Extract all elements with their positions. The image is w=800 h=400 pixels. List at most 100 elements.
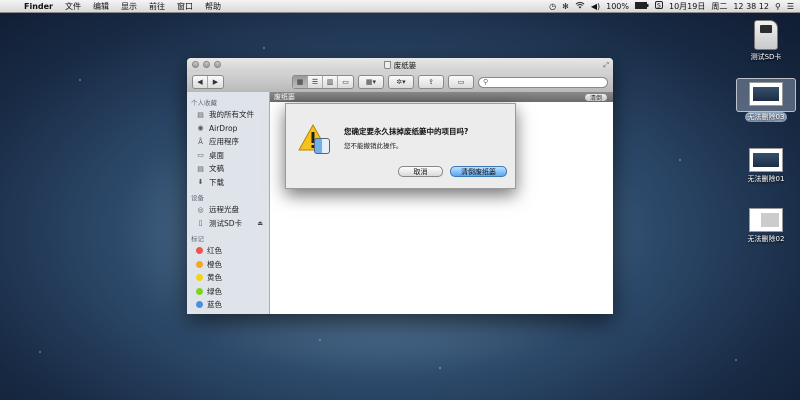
search-input[interactable] (488, 77, 603, 87)
menubar-date[interactable]: 10月19日 (669, 1, 705, 12)
finder-app-icon (314, 138, 330, 154)
sidebar-item-label: 蓝色 (207, 300, 222, 310)
tag-green-dot-icon (196, 287, 203, 295)
sidebar-item-desktop[interactable]: ▭ 桌面 (187, 149, 269, 163)
desktop-icon-file-01[interactable]: 无法删除01 (736, 148, 796, 184)
menu-edit[interactable]: 编辑 (87, 1, 115, 12)
menubar-time[interactable]: 12 38 12 (733, 2, 769, 11)
sidebar-item-label: AirDrop (209, 123, 238, 133)
bluetooth-icon[interactable]: ✻ (562, 2, 569, 11)
sidebar-item-label: 应用程序 (209, 137, 239, 147)
arrange-menu[interactable]: ▦▾ (358, 75, 384, 89)
desktop-icon-file-02[interactable]: 无法删除02 (736, 208, 796, 244)
view-mode-group: ▦ ☰ ▥ ▭ (292, 75, 354, 89)
tag-red-dot-icon (196, 247, 203, 255)
sidebar-item-label: 紫色 (207, 313, 222, 315)
sidebar-tag-green[interactable]: 绿色 (187, 285, 269, 299)
screenshot-file-icon (749, 82, 783, 106)
nav-buttons: ◀ ▶ (192, 75, 224, 89)
menu-window[interactable]: 窗口 (171, 1, 199, 12)
volume-icon[interactable]: ◀) (591, 2, 600, 11)
sidebar-item-label: 下载 (209, 177, 224, 187)
menubar-day[interactable]: 周二 (711, 1, 727, 12)
back-button[interactable]: ◀ (193, 76, 208, 88)
tags-button[interactable]: ▭ (448, 75, 474, 89)
share-button[interactable]: ⇪ (418, 75, 444, 89)
sidebar-tag-purple[interactable]: 紫色 (187, 312, 269, 315)
trash-icon (383, 61, 391, 69)
sidebar-item-label: 文稿 (209, 164, 224, 174)
menu-view[interactable]: 显示 (115, 1, 143, 12)
minimize-window-button[interactable] (203, 61, 210, 68)
fullscreen-icon[interactable]: ⤢ (603, 61, 609, 70)
sidebar-tag-orange[interactable]: 橙色 (187, 258, 269, 272)
cancel-button[interactable]: 取消 (398, 166, 443, 177)
empty-trash-dialog: 您确定要永久抹掉废纸篓中的项目吗? 您不能撤销此操作。 取消 清倒废纸篓 (285, 103, 516, 189)
dialog-message: 您确定要永久抹掉废纸篓中的项目吗? (344, 127, 469, 136)
battery-percent: 100% (606, 1, 629, 11)
sidebar-header-devices: 设备 (191, 194, 204, 202)
input-method-icon[interactable]: S (654, 1, 663, 11)
svg-text:S: S (657, 2, 661, 9)
sidebar-item-remote-disc[interactable]: ◎ 远程光盘 (187, 203, 269, 217)
sidebar-item-label: 测试SD卡 (209, 218, 243, 228)
sidebar-header-favorites: 个人收藏 (191, 99, 217, 107)
sidebar-item-downloads[interactable]: ⬇ 下载 (187, 176, 269, 190)
forward-button[interactable]: ▶ (208, 76, 223, 88)
sidebar-item-label: 绿色 (207, 286, 222, 296)
desktop-icon: ▭ (197, 151, 204, 160)
screenshot-file-icon (749, 208, 783, 232)
action-menu[interactable]: ✲▾ (388, 75, 414, 89)
arrange-icon: ▦▾ (365, 78, 377, 86)
zoom-window-button[interactable] (214, 61, 221, 68)
menu-go[interactable]: 前往 (143, 1, 171, 12)
trash-location-label: 废纸篓 (274, 93, 295, 101)
sidebar-item-label: 黄色 (207, 273, 222, 283)
column-view-button[interactable]: ▥ (323, 76, 338, 88)
finder-sidebar: 个人收藏 ▤ 我的所有文件 ◉ AirDrop Å 应用程序 ▭ 桌面 ▤ 文稿 ⬇ 下载 … (187, 92, 270, 314)
sidebar-item-airdrop[interactable]: ◉ AirDrop (187, 122, 269, 136)
window-toolbar: ◀ ▶ ▦ ☰ ▥ ▭ ▦▾ ✲▾ ⇪ ▭ ⚲ (187, 72, 613, 93)
menu-help[interactable]: 帮助 (199, 1, 227, 12)
notification-center-icon[interactable]: ☰ (787, 2, 794, 11)
close-window-button[interactable] (192, 61, 199, 68)
tag-orange-dot-icon (196, 260, 203, 268)
battery-icon[interactable] (634, 1, 649, 11)
sidebar-item-documents[interactable]: ▤ 文稿 (187, 162, 269, 176)
sidebar-item-label: 远程光盘 (209, 205, 239, 215)
eject-icon[interactable]: ⏏ (257, 220, 263, 227)
sidebar-tag-red[interactable]: 红色 (187, 244, 269, 258)
desktop-icon-label: 无法删除01 (747, 175, 785, 183)
cover-flow-button[interactable]: ▭ (338, 76, 353, 88)
sidebar-item-applications[interactable]: Å 应用程序 (187, 135, 269, 149)
selection-highlight (736, 78, 796, 112)
tag-icon: ▭ (457, 78, 465, 86)
tag-yellow-dot-icon (196, 274, 203, 282)
sidebar-header-tags: 标记 (191, 235, 204, 243)
desktop-icon-sd-card[interactable]: 测试SD卡 (736, 20, 796, 62)
desktop-icon-file-03[interactable]: 无法删除03 (736, 78, 796, 122)
spotlight-icon[interactable]: ⚲ (775, 2, 781, 11)
sidebar-tag-yellow[interactable]: 黄色 (187, 271, 269, 285)
sd-card-icon: ▯ (198, 219, 203, 228)
sidebar-item-label: 桌面 (209, 150, 224, 160)
desktop-icon-label: 测试SD卡 (750, 53, 782, 61)
empty-trash-confirm-button[interactable]: 清倒废纸篓 (450, 166, 507, 177)
window-titlebar[interactable]: 废纸篓 ⤢ (187, 58, 613, 72)
sd-card-icon (754, 20, 778, 50)
icon-view-button[interactable]: ▦ (293, 76, 308, 88)
window-title: 废纸篓 (393, 60, 417, 70)
sidebar-tag-blue[interactable]: 蓝色 (187, 298, 269, 312)
time-machine-icon[interactable]: ◷ (549, 2, 556, 11)
menu-finder[interactable]: Finder (18, 2, 59, 11)
airdrop-icon: ◉ (197, 124, 204, 133)
list-view-button[interactable]: ☰ (308, 76, 323, 88)
downloads-icon: ⬇ (197, 178, 204, 187)
sidebar-item-sd-card[interactable]: ▯ 测试SD卡 ⏏ (187, 217, 269, 231)
menu-file[interactable]: 文件 (59, 1, 87, 12)
search-field[interactable]: ⚲ (478, 76, 608, 88)
wifi-icon[interactable] (575, 1, 585, 11)
sidebar-item-all-files[interactable]: ▤ 我的所有文件 (187, 108, 269, 122)
sidebar-item-label: 我的所有文件 (209, 110, 254, 120)
empty-trash-button[interactable]: 清倒 (584, 93, 607, 102)
